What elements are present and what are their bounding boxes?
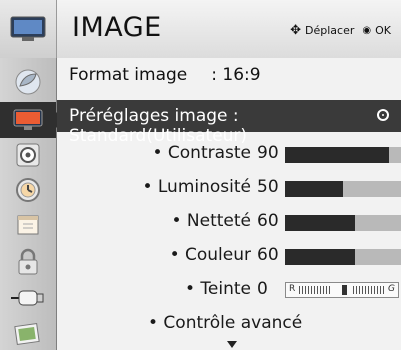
tv-picture-icon bbox=[10, 16, 46, 41]
ok-button-icon bbox=[377, 109, 389, 121]
calendar-icon bbox=[17, 215, 39, 235]
format-image-value: : 16:9 bbox=[211, 65, 261, 85]
tv-picture-icon bbox=[13, 109, 43, 130]
setting-contrast[interactable]: • Contraste 90 bbox=[57, 137, 401, 171]
picture-preset-row[interactable]: Préréglages image : Standard(Utilisateur… bbox=[57, 100, 401, 146]
sidebar-item-picture[interactable] bbox=[0, 102, 64, 138]
clock-icon bbox=[16, 178, 40, 202]
ok-hint-label: OK bbox=[375, 24, 391, 37]
setting-tint-label: • Teinte bbox=[184, 279, 251, 299]
brightness-slider[interactable] bbox=[285, 181, 401, 197]
speaker-icon bbox=[16, 143, 40, 167]
contrast-slider-fill bbox=[285, 147, 390, 163]
photo-icon bbox=[14, 322, 40, 346]
sidebar-item-time[interactable] bbox=[0, 172, 56, 208]
connector-icon bbox=[11, 290, 44, 306]
satellite-dish-icon bbox=[15, 69, 41, 95]
setting-sharpness-value: 60 bbox=[257, 211, 279, 231]
tint-slider[interactable]: R G bbox=[285, 282, 399, 298]
sharpness-slider[interactable] bbox=[285, 215, 401, 231]
sidebar-item-input[interactable] bbox=[0, 280, 56, 316]
tint-ticks-left bbox=[299, 286, 331, 294]
brightness-slider-fill bbox=[285, 181, 343, 197]
page-title: IMAGE bbox=[72, 12, 162, 43]
tv-settings-screen: IMAGE ✥ Déplacer ◉ OK Format image: 16:… bbox=[0, 0, 401, 350]
setting-brightness-value: 50 bbox=[257, 177, 279, 197]
sharpness-slider-fill bbox=[285, 215, 355, 231]
format-image-row[interactable]: Format image : 16:9 bbox=[69, 65, 261, 85]
tint-slider-thumb[interactable] bbox=[342, 285, 347, 295]
menu-category-icon bbox=[0, 0, 57, 58]
setting-color-label: • Couleur bbox=[169, 245, 251, 265]
advanced-control-item[interactable]: • Contrôle avancé bbox=[148, 313, 302, 333]
contrast-slider[interactable] bbox=[285, 147, 401, 163]
setting-brightness-label: • Luminosité bbox=[142, 177, 251, 197]
tint-red-letter: R bbox=[289, 284, 296, 294]
setting-brightness[interactable]: • Luminosité 50 bbox=[57, 171, 401, 205]
scroll-down-arrow-icon[interactable] bbox=[227, 341, 237, 348]
category-sidebar bbox=[0, 58, 64, 352]
arrows-icon: ✥ bbox=[290, 23, 302, 38]
ok-dot-icon: ◉ bbox=[362, 25, 372, 36]
navigation-hint: ✥ Déplacer ◉ OK bbox=[286, 23, 391, 38]
sidebar-item-usb[interactable] bbox=[0, 316, 56, 352]
setting-tint[interactable]: • Teinte 0 R G bbox=[57, 273, 401, 307]
setting-sharpness[interactable]: • Netteté 60 bbox=[57, 205, 401, 239]
color-slider[interactable] bbox=[285, 249, 401, 265]
setting-color[interactable]: • Couleur 60 bbox=[57, 239, 401, 273]
sidebar-item-channels[interactable] bbox=[0, 64, 56, 100]
move-hint-label: Déplacer bbox=[305, 24, 355, 37]
setting-color-value: 60 bbox=[257, 245, 279, 265]
format-image-label: Format image bbox=[69, 65, 188, 85]
tint-green-letter: G bbox=[388, 284, 395, 294]
sidebar-item-options[interactable] bbox=[0, 207, 56, 243]
sidebar-item-audio[interactable] bbox=[0, 137, 56, 173]
lock-icon bbox=[18, 248, 38, 275]
sidebar-item-lock[interactable] bbox=[0, 244, 56, 280]
setting-sharpness-label: • Netteté bbox=[171, 211, 251, 231]
color-slider-fill bbox=[285, 249, 355, 265]
header-bar: IMAGE ✥ Déplacer ◉ OK bbox=[0, 0, 401, 59]
setting-contrast-value: 90 bbox=[257, 143, 279, 163]
tint-ticks-right bbox=[353, 286, 385, 294]
setting-contrast-label: • Contraste bbox=[152, 143, 251, 163]
setting-tint-value: 0 bbox=[257, 279, 268, 299]
